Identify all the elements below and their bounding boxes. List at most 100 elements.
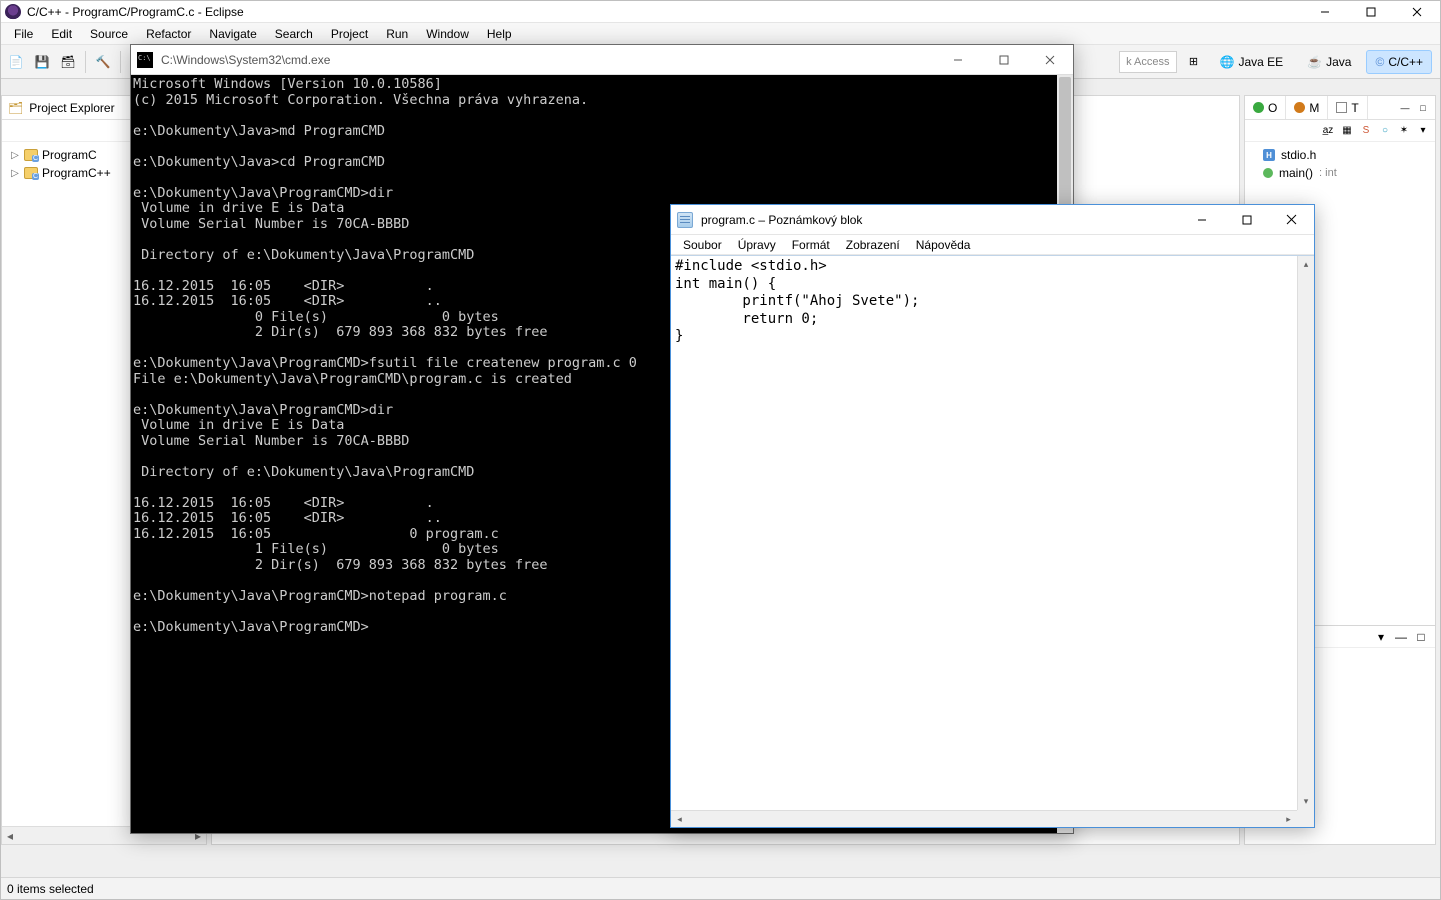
outline-hide-static-button[interactable]: S <box>1358 123 1374 139</box>
toolbar-separator <box>120 51 121 73</box>
eclipse-title: C/C++ - ProgramC/ProgramC.c - Eclipse <box>27 5 244 19</box>
outline-item-stdio[interactable]: H stdio.h <box>1251 146 1429 164</box>
outline-m-icon <box>1294 102 1305 113</box>
java-icon: ☕ <box>1307 55 1322 69</box>
menu-run[interactable]: Run <box>377 24 417 44</box>
notepad-close-button[interactable] <box>1269 205 1314 235</box>
outline-hide-nonpublic-button[interactable]: ○ <box>1377 123 1393 139</box>
function-icon <box>1263 168 1273 178</box>
c-project-folder-icon <box>24 149 38 161</box>
menu-window[interactable]: Window <box>417 24 478 44</box>
outline-tab-t[interactable]: T <box>1328 96 1367 119</box>
cmd-window-controls <box>935 45 1073 75</box>
scroll-down-icon[interactable]: ▾ <box>1298 793 1314 810</box>
close-button[interactable] <box>1394 1 1440 23</box>
build-button[interactable]: 🔨 <box>92 51 114 73</box>
outline-menu-button[interactable]: ▾ <box>1415 123 1431 139</box>
notepad-icon <box>677 212 693 228</box>
menu-search[interactable]: Search <box>266 24 322 44</box>
menu-file[interactable]: File <box>5 24 42 44</box>
outline-toolbar: a̲z ▦ S ○ ✶ ▾ <box>1245 120 1435 142</box>
cmd-maximize-button[interactable] <box>981 45 1027 75</box>
save-button[interactable]: 💾 <box>31 51 53 73</box>
view-maximize-button[interactable]: □ <box>1413 629 1429 645</box>
outline-item-ret: : int <box>1319 167 1337 179</box>
outline-tab-m[interactable]: M <box>1286 96 1328 119</box>
notepad-body: #include <stdio.h> int main() { printf("… <box>671 255 1314 827</box>
notepad-resize-grip[interactable] <box>1297 810 1314 827</box>
scroll-up-icon[interactable]: ▴ <box>1298 256 1314 273</box>
menu-navigate[interactable]: Navigate <box>200 24 265 44</box>
cpp-icon: © <box>1375 55 1384 69</box>
menu-source[interactable]: Source <box>81 24 137 44</box>
notepad-vscroll[interactable]: ▴ ▾ <box>1297 256 1314 810</box>
np-menu-soubor[interactable]: Soubor <box>675 236 730 254</box>
scroll-right-icon[interactable]: ▸ <box>1280 811 1297 828</box>
cmd-titlebar[interactable]: C:\Windows\System32\cmd.exe <box>131 45 1073 75</box>
outline-item-main[interactable]: main() : int <box>1251 164 1429 182</box>
maximize-button[interactable] <box>1348 1 1394 23</box>
np-menu-zobrazeni[interactable]: Zobrazení <box>838 236 908 254</box>
eclipse-menubar: File Edit Source Refactor Navigate Searc… <box>1 23 1440 45</box>
cmd-icon <box>137 52 153 68</box>
cmd-minimize-button[interactable] <box>935 45 981 75</box>
notepad-hscroll[interactable]: ◂ ▸ <box>671 810 1297 827</box>
eclipse-statusbar: 0 items selected <box>1 877 1440 899</box>
view-menu-button[interactable]: ▾ <box>1373 629 1389 645</box>
scroll-left-icon[interactable]: ◂ <box>2 829 18 843</box>
cmd-title: C:\Windows\System32\cmd.exe <box>161 53 330 67</box>
notepad-window-controls <box>1179 205 1314 235</box>
new-button[interactable]: 📄 <box>5 51 27 73</box>
outline-o-icon <box>1253 102 1264 113</box>
menu-help[interactable]: Help <box>478 24 521 44</box>
perspective-cpp[interactable]: ©C/C++ <box>1366 50 1432 74</box>
eclipse-window-controls <box>1302 1 1440 23</box>
menu-edit[interactable]: Edit <box>42 24 81 44</box>
project-label: ProgramC++ <box>42 166 111 180</box>
notepad-titlebar[interactable]: program.c – Poznámkový blok <box>671 205 1314 235</box>
np-menu-napoveda[interactable]: Nápověda <box>908 236 979 254</box>
perspective-java[interactable]: ☕Java <box>1298 50 1360 74</box>
perspective-javaee[interactable]: 🌐Java EE <box>1211 50 1293 74</box>
notepad-menubar: Soubor Úpravy Formát Zobrazení Nápověda <box>671 235 1314 255</box>
status-text: 0 items selected <box>7 882 94 896</box>
expand-arrow-icon[interactable]: ▷ <box>10 168 20 179</box>
np-menu-upravy[interactable]: Úpravy <box>730 236 784 254</box>
expand-arrow-icon[interactable]: ▷ <box>10 150 20 161</box>
c-project-folder-icon <box>24 167 38 179</box>
project-label: ProgramC <box>42 148 97 162</box>
outline-hide-fields-button[interactable]: ▦ <box>1339 123 1355 139</box>
scroll-left-icon[interactable]: ◂ <box>671 811 688 828</box>
notepad-minimize-button[interactable] <box>1179 205 1224 235</box>
menu-refactor[interactable]: Refactor <box>137 24 200 44</box>
np-menu-format[interactable]: Formát <box>784 236 838 254</box>
toolbar-separator <box>85 51 86 73</box>
quick-access-text: k Access <box>1126 56 1169 68</box>
quick-access-field[interactable]: k Access <box>1119 51 1176 73</box>
outline-t-icon <box>1336 102 1347 113</box>
notepad-title: program.c – Poznámkový blok <box>701 213 862 227</box>
eclipse-titlebar[interactable]: C/C++ - ProgramC/ProgramC.c - Eclipse <box>1 1 1440 23</box>
minimize-button[interactable] <box>1302 1 1348 23</box>
notepad-text-area[interactable]: #include <stdio.h> int main() { printf("… <box>675 258 1296 809</box>
outline-sort-button[interactable]: a̲z <box>1320 123 1336 139</box>
notepad-window: program.c – Poznámkový blok Soubor Úprav… <box>670 204 1315 828</box>
project-explorer-title: Project Explorer <box>29 101 114 115</box>
view-minimize-button[interactable]: — <box>1393 629 1409 645</box>
menu-project[interactable]: Project <box>322 24 377 44</box>
notepad-maximize-button[interactable] <box>1224 205 1269 235</box>
javaee-icon: 🌐 <box>1220 55 1235 69</box>
save-all-button[interactable]: 🗃 <box>57 51 79 73</box>
outline-item-label: main() <box>1279 166 1313 180</box>
header-include-icon: H <box>1263 149 1275 161</box>
outline-item-label: stdio.h <box>1281 148 1316 162</box>
outline-filter-button[interactable]: ✶ <box>1396 123 1412 139</box>
open-perspective-button[interactable]: ⊞ <box>1183 51 1205 73</box>
cmd-text: Microsoft Windows [Version 10.0.10586] (… <box>133 76 637 635</box>
cmd-close-button[interactable] <box>1027 45 1073 75</box>
outline-tabs: O M T — □ <box>1245 96 1435 120</box>
project-explorer-icon: 🗂 <box>8 101 23 115</box>
outline-minimize-button[interactable]: — <box>1397 100 1413 116</box>
outline-tab-o[interactable]: O <box>1245 96 1286 119</box>
outline-maximize-button[interactable]: □ <box>1415 100 1431 116</box>
